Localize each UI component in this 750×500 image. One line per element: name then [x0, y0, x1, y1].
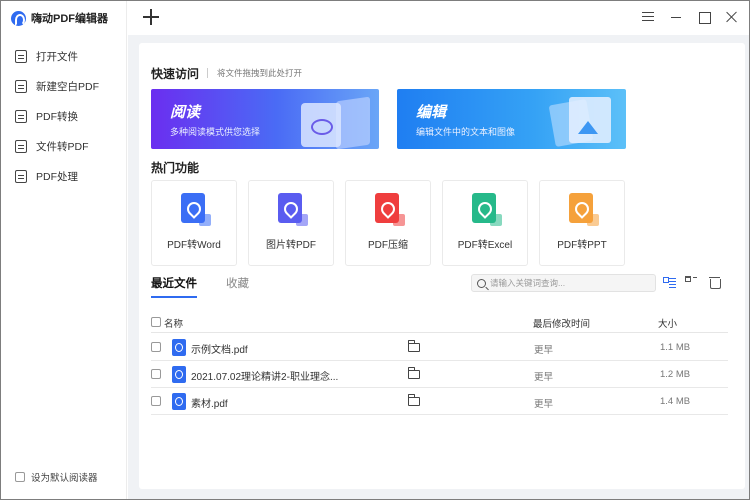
file-name: 示例文档.pdf	[191, 345, 248, 356]
sidebar-item-label: 新建空白PDF	[36, 80, 99, 93]
main-panel: 快速访问 将文件拖拽到此处打开 阅读 多种阅读模式供您选择 编辑 编辑文件中的文…	[139, 43, 745, 489]
open-folder-icon[interactable]	[407, 394, 420, 406]
image-to-pdf-icon	[278, 193, 308, 226]
read-card-subtitle: 多种阅读模式供您选择	[170, 127, 261, 137]
sidebar-item-label: PDF转换	[36, 110, 78, 123]
sidebar-item-open-file[interactable]: 打开文件	[1, 41, 127, 71]
feature-label: PDF压缩	[368, 240, 408, 251]
feature-label: PDF转PPT	[557, 240, 607, 251]
file-table-header: 名称 最后修改时间 大小	[151, 313, 728, 333]
pdf-to-word-icon	[181, 193, 211, 226]
column-header-name: 名称	[164, 319, 184, 330]
app-logo-icon	[11, 10, 26, 26]
sidebar-item-label: PDF处理	[36, 170, 78, 183]
pdf-file-icon	[172, 393, 186, 410]
pdf-process-icon	[15, 169, 27, 183]
table-row[interactable]: 示例文档.pdf 更早 1.1 MB	[151, 334, 728, 361]
eye-reading-icon	[301, 103, 341, 147]
feature-image-to-pdf[interactable]: 图片转PDF	[248, 180, 334, 266]
default-reader-checkbox[interactable]	[15, 472, 25, 482]
window-controls	[639, 8, 741, 26]
pdf-convert-icon	[15, 109, 27, 123]
trash-icon[interactable]	[708, 276, 721, 289]
file-modified: 更早	[534, 399, 554, 410]
feature-pdf-to-excel[interactable]: PDF转Excel	[442, 180, 528, 266]
sidebar: 嗨动PDF编辑器 打开文件 新建空白PDF PDF转换 文件转PDF PDF处理…	[1, 1, 127, 499]
feature-pdf-to-ppt[interactable]: PDF转PPT	[539, 180, 625, 266]
edit-card-subtitle: 编辑文件中的文本和图像	[416, 127, 516, 137]
menu-icon[interactable]	[639, 8, 657, 26]
pdf-file-icon	[172, 339, 186, 356]
file-size: 1.1 MB	[660, 342, 691, 353]
sidebar-item-file-to-pdf[interactable]: 文件转PDF	[1, 131, 127, 161]
feature-pdf-compress[interactable]: PDF压缩	[345, 180, 431, 266]
feature-pdf-to-word[interactable]: PDF转Word	[151, 180, 237, 266]
picture-icon	[569, 97, 611, 143]
new-tab-plus-icon[interactable]	[143, 9, 159, 25]
drag-drop-hint: 将文件拖拽到此处打开	[217, 68, 303, 78]
row-checkbox[interactable]	[151, 342, 161, 352]
open-folder-icon[interactable]	[407, 340, 420, 352]
app-logo: 嗨动PDF编辑器	[11, 10, 108, 26]
select-all-checkbox[interactable]	[151, 317, 161, 327]
file-name: 2021.07.02理论精讲2-职业理念...	[191, 372, 339, 383]
tab-recent-files[interactable]: 最近文件	[151, 275, 197, 298]
pdf-to-ppt-icon	[569, 193, 599, 226]
divider	[207, 68, 208, 78]
pdf-compress-icon	[375, 193, 405, 226]
search-box[interactable]	[471, 274, 656, 292]
file-size: 1.4 MB	[660, 396, 691, 407]
sidebar-item-label: 打开文件	[36, 50, 78, 63]
feature-label: PDF转Word	[167, 240, 221, 251]
sidebar-item-pdf-convert[interactable]: PDF转换	[1, 101, 127, 131]
sidebar-item-pdf-process[interactable]: PDF处理	[1, 161, 127, 191]
new-pdf-icon	[15, 79, 27, 93]
default-reader-toggle[interactable]: 设为默认阅读器	[15, 470, 98, 484]
hot-features-title: 热门功能	[151, 161, 200, 175]
column-header-modified: 最后修改时间	[533, 319, 591, 330]
table-row[interactable]: 2021.07.02理论精讲2-职业理念... 更早 1.2 MB	[151, 361, 728, 388]
file-size: 1.2 MB	[660, 369, 691, 380]
row-checkbox[interactable]	[151, 396, 161, 406]
tab-favorites[interactable]: 收藏	[226, 275, 249, 291]
book-illustration-icon	[336, 96, 370, 149]
read-card-title: 阅读	[170, 104, 201, 121]
pdf-file-icon	[172, 366, 186, 383]
pdf-to-excel-icon	[472, 193, 502, 226]
title-bar	[128, 1, 749, 35]
quick-access-title: 快速访问	[151, 67, 200, 81]
close-icon[interactable]	[723, 8, 741, 26]
open-file-icon	[15, 49, 27, 63]
column-header-size: 大小	[658, 319, 678, 330]
list-view-icon[interactable]	[663, 276, 676, 289]
edit-card-title: 编辑	[416, 104, 447, 121]
sidebar-item-new-pdf[interactable]: 新建空白PDF	[1, 71, 127, 101]
maximize-icon[interactable]	[695, 8, 713, 26]
file-modified: 更早	[534, 372, 554, 383]
search-input[interactable]	[490, 278, 650, 288]
sidebar-item-label: 文件转PDF	[36, 140, 89, 153]
row-checkbox[interactable]	[151, 369, 161, 379]
sidebar-menu: 打开文件 新建空白PDF PDF转换 文件转PDF PDF处理	[1, 41, 127, 191]
file-name: 素材.pdf	[191, 399, 228, 410]
default-reader-label: 设为默认阅读器	[31, 473, 98, 484]
table-row[interactable]: 素材.pdf 更早 1.4 MB	[151, 388, 728, 415]
feature-label: PDF转Excel	[457, 240, 513, 251]
read-card[interactable]: 阅读 多种阅读模式供您选择	[151, 89, 379, 149]
grid-view-icon[interactable]	[685, 276, 698, 289]
feature-label: 图片转PDF	[266, 240, 316, 251]
edit-card[interactable]: 编辑 编辑文件中的文本和图像	[397, 89, 626, 149]
file-to-pdf-icon	[15, 139, 27, 153]
file-modified: 更早	[534, 345, 554, 356]
minimize-icon[interactable]	[667, 8, 685, 26]
search-icon	[477, 278, 486, 288]
open-folder-icon[interactable]	[407, 367, 420, 379]
app-title: 嗨动PDF编辑器	[31, 13, 108, 25]
